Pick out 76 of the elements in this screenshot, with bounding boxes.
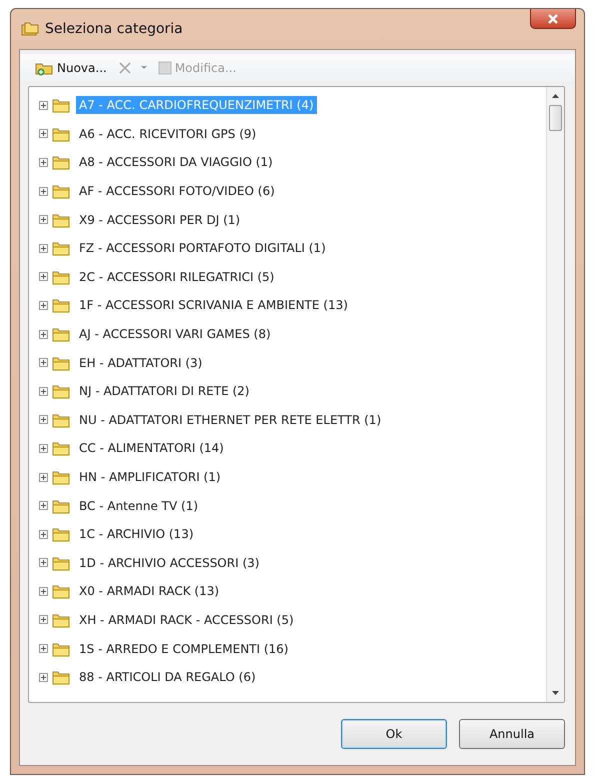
folder-icon (52, 240, 70, 256)
folder-icon (52, 268, 70, 285)
expand-icon[interactable] (39, 215, 48, 224)
folder-icon (52, 126, 70, 142)
tree-item[interactable]: X0 - ARMADI RACK (13) (76, 582, 222, 600)
scroll-thumb[interactable] (549, 105, 562, 131)
expand-icon[interactable] (39, 300, 48, 310)
folder-icon (52, 412, 70, 428)
folder-icon (52, 354, 70, 371)
close-button[interactable] (530, 9, 576, 29)
tree-item[interactable]: 88 - ARTICOLI DA REGALO (6) (76, 668, 259, 686)
expand-icon[interactable] (39, 586, 48, 596)
tree-item[interactable]: 1F - ACCESSORI SCRIVANIA E AMBIENTE (13) (76, 296, 351, 314)
folder-icon (52, 526, 70, 542)
scroll-up-icon[interactable] (552, 94, 559, 98)
tree-item[interactable]: BC - Antenne TV (1) (76, 496, 202, 515)
expand-icon[interactable] (39, 129, 48, 138)
tree-item[interactable]: NU - ADATTATORI ETHERNET PER RETE ELETTR (1) (76, 410, 384, 429)
expand-icon[interactable] (39, 244, 48, 253)
folder-icon (52, 554, 70, 571)
edit-icon (156, 60, 173, 76)
folder-icon (52, 212, 70, 228)
tree-item[interactable]: EH - ADATTATORI (3) (76, 354, 206, 372)
folder-icon (52, 97, 70, 114)
expand-icon[interactable] (39, 272, 48, 282)
caret-icon (140, 66, 147, 70)
folders-icon (21, 21, 39, 37)
ok-button[interactable]: Ok (341, 719, 447, 749)
folder-icon (52, 440, 70, 456)
close-icon (547, 14, 559, 24)
expand-icon[interactable] (39, 530, 48, 539)
window-title: Seleziona categoria (45, 21, 183, 37)
expand-icon[interactable] (39, 472, 48, 482)
expand-icon[interactable] (39, 444, 48, 453)
expand-icon[interactable] (39, 558, 48, 568)
scrollbar[interactable] (546, 87, 564, 702)
tree-item[interactable]: AJ - ACCESSORI VARI GAMES (8) (76, 325, 274, 344)
expand-icon[interactable] (39, 672, 48, 682)
scroll-down-icon[interactable] (552, 691, 559, 695)
tree-item[interactable]: AF - ACCESSORI FOTO/VIDEO (6) (76, 182, 278, 200)
tree-item[interactable]: NJ - ADATTATORI DI RETE (2) (76, 382, 252, 400)
tree-item[interactable]: 1S - ARREDO E COMPLEMENTI (16) (76, 640, 292, 658)
folder-icon (52, 183, 70, 200)
folder-icon (52, 583, 70, 600)
folder-icon (52, 469, 70, 486)
folder-icon (52, 297, 70, 314)
folder-icon (52, 640, 70, 657)
tree-item[interactable]: A6 - ACC. RICEVITORI GPS (9) (76, 124, 260, 143)
expand-icon[interactable] (39, 358, 48, 368)
expand-icon[interactable] (39, 330, 48, 339)
cancel-button[interactable]: Annulla (459, 719, 565, 749)
expand-icon[interactable] (39, 100, 48, 110)
folder-icon (52, 498, 70, 514)
folder-icon (52, 612, 70, 628)
expand-icon[interactable] (39, 615, 48, 624)
folder-icon (52, 154, 70, 170)
expand-icon[interactable] (39, 644, 48, 654)
delete-icon (116, 61, 133, 75)
tree-item[interactable]: 1D - ARCHIVIO ACCESSORI (3) (76, 554, 262, 572)
folder-icon (52, 383, 70, 400)
tree-item[interactable]: FZ - ACCESSORI PORTAFOTO DIGITALI (1) (76, 239, 329, 258)
tree-item[interactable]: 2C - ACCESSORI RILEGATRICI (5) (76, 268, 278, 286)
expand-icon[interactable] (39, 415, 48, 424)
folder-icon (52, 669, 70, 686)
expand-icon[interactable] (39, 386, 48, 396)
tree-item[interactable]: HN - AMPLIFICATORI (1) (76, 468, 224, 486)
tree-item[interactable]: XH - ARMADI RACK - ACCESSORI (5) (76, 610, 297, 629)
expand-icon[interactable] (39, 501, 48, 510)
tree-item[interactable]: CC - ALIMENTATORI (14) (76, 439, 227, 458)
tree-item[interactable]: X9 - ACCESSORI PER DJ (1) (76, 210, 244, 229)
expand-icon[interactable] (39, 186, 48, 196)
new-button[interactable]: Nuova... (32, 58, 110, 78)
tree-item[interactable]: A8 - ACCESSORI DA VIAGGIO (1) (76, 153, 276, 172)
folder-icon (52, 326, 70, 342)
expand-icon[interactable] (39, 158, 48, 167)
tree-item[interactable]: 1C - ARCHIVIO (13) (76, 525, 197, 544)
